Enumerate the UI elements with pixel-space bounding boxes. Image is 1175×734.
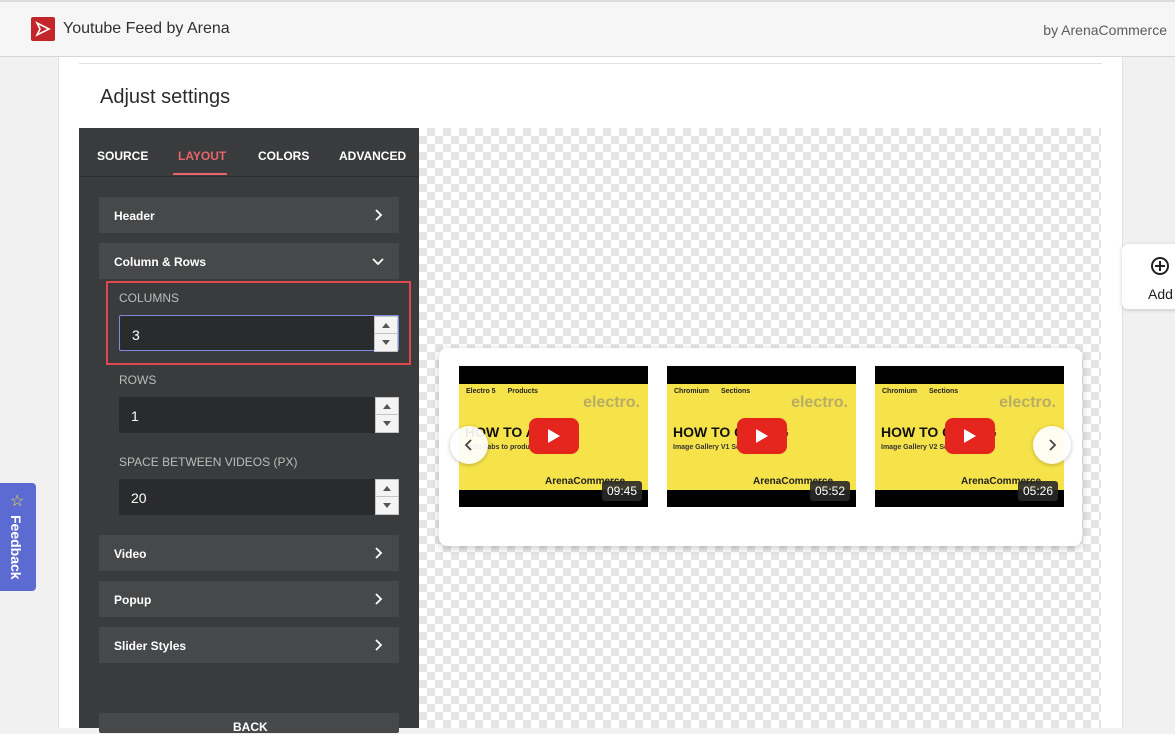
chevron-left-icon (464, 439, 472, 451)
accordion-popup[interactable]: Popup (99, 581, 399, 617)
play-button-icon[interactable] (529, 418, 579, 454)
space-input[interactable]: 20 (119, 479, 399, 515)
video-duration: 05:26 (1017, 481, 1058, 501)
caret-down-icon (383, 421, 391, 426)
chevron-down-icon (372, 258, 384, 266)
accordion-label: Video (114, 547, 147, 561)
increment-button[interactable] (376, 480, 398, 497)
play-button-icon[interactable] (945, 418, 995, 454)
plus-circle-icon (1151, 257, 1169, 275)
page-title: Adjust settings (100, 86, 231, 108)
caret-up-icon (383, 486, 391, 491)
video-duration: 09:45 (601, 481, 642, 501)
settings-tabs: SOURCE LAYOUT COLORS ADVANCED (79, 128, 419, 177)
top-bar: Youtube Feed by Arena by ArenaCommerce (0, 0, 1175, 57)
thumbnail-tags: Electro 5 Products (463, 387, 547, 396)
back-button[interactable]: BACK (99, 713, 399, 734)
space-value: 20 (131, 490, 147, 506)
tab-source[interactable]: SOURCE (97, 149, 148, 163)
rows-value: 1 (131, 408, 139, 424)
app-title: Youtube Feed by Arena (63, 20, 230, 37)
accordion-label: Popup (114, 593, 152, 607)
star-icon: ☆ (10, 493, 25, 510)
rows-label: ROWS (119, 373, 157, 387)
feedback-label: Feedback (8, 515, 24, 580)
video-thumbnail[interactable]: Electro 5 Products electro. HOW TO ADD Mu… (459, 366, 648, 507)
space-label: SPACE BETWEEN VIDEOS (PX) (119, 455, 298, 469)
caret-up-icon (383, 404, 391, 409)
divider (79, 63, 1102, 64)
add-section-button[interactable]: Add (1122, 244, 1175, 309)
tab-layout[interactable]: LAYOUT (178, 149, 226, 163)
chevron-right-icon (375, 547, 383, 559)
space-stepper[interactable] (375, 479, 399, 515)
arena-logo-icon (31, 17, 55, 41)
accordion-slider-styles[interactable]: Slider Styles (99, 627, 399, 663)
slider-next-button[interactable] (1033, 426, 1071, 464)
video-thumbnail[interactable]: Chromium Sections electro. HOW TO CONFIG … (667, 366, 856, 507)
increment-button[interactable] (376, 398, 398, 415)
video-slider: Electro 5 Products electro. HOW TO ADD Mu… (439, 348, 1082, 546)
decrement-button[interactable] (376, 497, 398, 514)
settings-panel: SOURCE LAYOUT COLORS ADVANCED Header Col… (79, 128, 419, 734)
thumbnail-brand: electro. (583, 394, 640, 411)
columns-highlight-box (106, 281, 411, 365)
thumbnail-brand: electro. (791, 394, 848, 411)
accordion-label: Header (114, 209, 155, 223)
chevron-right-icon (375, 209, 383, 221)
thumbnail-tags: Chromium Sections (671, 387, 759, 396)
accordion-header[interactable]: Header (99, 197, 399, 233)
feedback-tab[interactable]: ☆ Feedback (0, 483, 36, 591)
developer-link[interactable]: by ArenaCommerce (1043, 22, 1167, 38)
chevron-right-icon (375, 639, 383, 651)
thumbnail-tags: Chromium Sections (879, 387, 967, 396)
rows-stepper[interactable] (375, 397, 399, 433)
thumbnail-brand: electro. (999, 394, 1056, 411)
preview-area: Electro 5 Products electro. HOW TO ADD Mu… (419, 128, 1101, 728)
active-tab-indicator (173, 173, 227, 175)
accordion-video[interactable]: Video (99, 535, 399, 571)
tab-colors[interactable]: COLORS (258, 149, 309, 163)
rows-input[interactable]: 1 (119, 397, 399, 433)
play-button-icon[interactable] (737, 418, 787, 454)
accordion-label: Slider Styles (114, 639, 187, 653)
chevron-right-icon (375, 593, 383, 605)
caret-down-icon (383, 503, 391, 508)
decrement-button[interactable] (376, 415, 398, 432)
slider-prev-button[interactable] (450, 426, 488, 464)
back-label: BACK (233, 720, 268, 734)
add-label: Add (1148, 286, 1173, 302)
accordion-column-rows[interactable]: Column & Rows (99, 243, 399, 279)
tab-advanced[interactable]: ADVANCED (339, 149, 406, 163)
chevron-right-icon (1049, 439, 1057, 451)
video-duration: 05:52 (809, 481, 850, 501)
accordion-label: Column & Rows (114, 255, 206, 269)
